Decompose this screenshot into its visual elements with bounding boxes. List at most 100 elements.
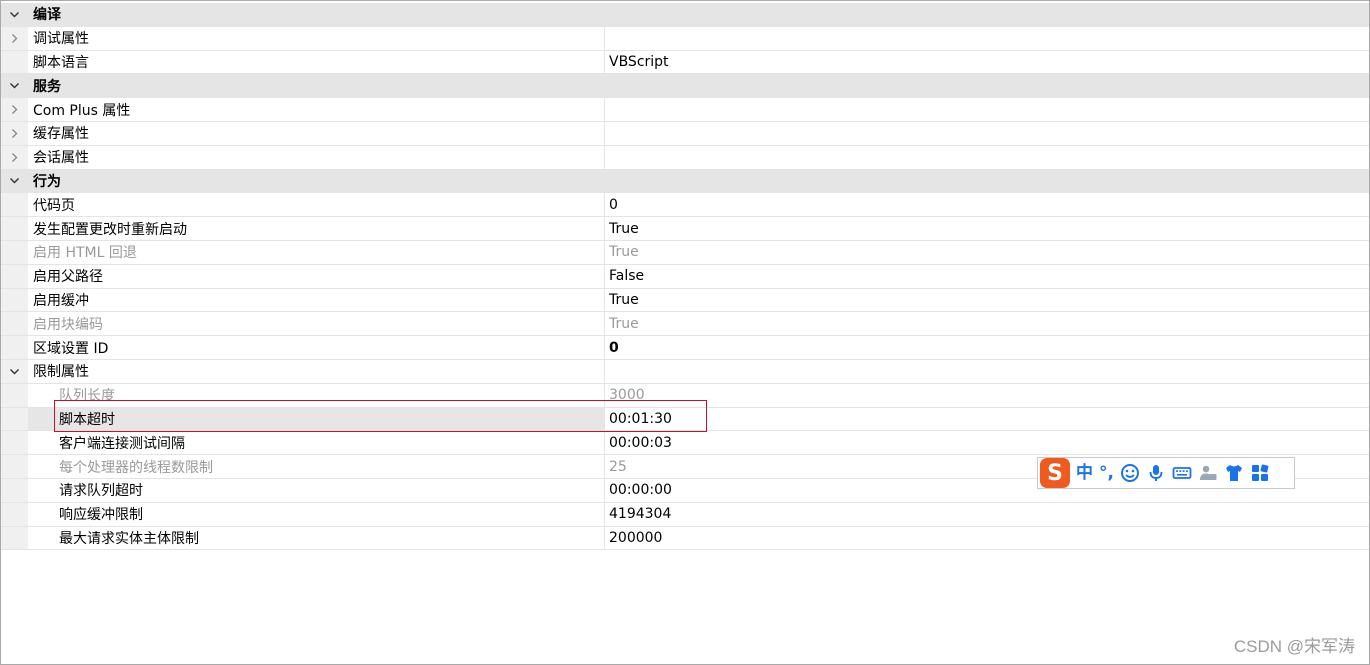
property-name: 代码页: [33, 197, 75, 214]
row-gutter: [1, 240, 28, 264]
row-gutter: [1, 455, 28, 478]
property-grid-window: 编译调试属性脚本语言 VBScript 服务 Com Plus 属性 缓存属性会话属性行…: [0, 0, 1370, 665]
category-label: 服务: [33, 78, 61, 95]
chevron-right-icon[interactable]: [1, 122, 28, 145]
property-name: 最大请求实体主体限制: [59, 530, 199, 547]
chevron-down-icon[interactable]: [1, 170, 28, 193]
row-gutter: [1, 526, 28, 550]
property-name: 会话属性: [33, 150, 89, 167]
row-gutter: [1, 312, 28, 336]
property-name: 启用缓冲: [33, 292, 89, 309]
property-value[interactable]: [604, 121, 1369, 145]
property-value[interactable]: 0: [604, 336, 1369, 359]
row-gutter: [1, 431, 28, 455]
chevron-down-icon[interactable]: [1, 360, 28, 383]
property-value[interactable]: True: [604, 288, 1369, 312]
property-value[interactable]: 3000: [604, 383, 1369, 407]
ime-punctuation-button[interactable]: °,: [1099, 464, 1114, 482]
property-value[interactable]: 4194304: [604, 502, 1369, 526]
row-gutter: [1, 50, 28, 74]
property-name: 客户端连接测试间隔: [59, 435, 185, 452]
property-value[interactable]: [604, 145, 1369, 169]
microphone-icon[interactable]: [1146, 463, 1166, 483]
property-value[interactable]: 0: [604, 193, 1369, 217]
property-value[interactable]: 200000: [604, 526, 1369, 550]
smiley-icon[interactable]: [1120, 463, 1140, 483]
property-row[interactable]: 脚本语言 VBScript: [1, 50, 1369, 75]
row-gutter: [1, 193, 28, 217]
property-value[interactable]: [604, 98, 1369, 121]
grid-icon[interactable]: [1250, 463, 1270, 483]
property-row[interactable]: 最大请求实体主体限制 200000: [1, 526, 1369, 551]
category-label: 行为: [33, 173, 61, 190]
property-value: [604, 74, 1369, 97]
property-name: 请求队列超时: [59, 483, 143, 500]
property-row[interactable]: 会话属性: [1, 145, 1369, 170]
property-value[interactable]: VBScript: [604, 50, 1369, 74]
row-gutter: [1, 288, 28, 312]
row-gutter: [1, 407, 28, 431]
property-name: 启用 HTML 回退: [33, 245, 137, 262]
property-row[interactable]: 发生配置更改时重新启动 True: [1, 217, 1369, 241]
property-value[interactable]: True: [604, 240, 1369, 264]
property-value[interactable]: 00:01:30: [604, 407, 1369, 431]
property-value: [604, 3, 1369, 26]
watermark-text: CSDN @宋军涛: [1233, 637, 1355, 656]
property-name: 脚本语言: [33, 54, 89, 71]
ime-toolbar[interactable]: S 中 °,: [1037, 457, 1295, 489]
property-row[interactable]: 响应缓冲限制 4194304: [1, 502, 1369, 527]
category-row[interactable]: 编译: [1, 3, 1369, 27]
category-label: 编译: [33, 7, 61, 24]
property-name: 启用父路径: [33, 269, 103, 286]
chevron-right-icon[interactable]: [1, 27, 28, 50]
user-icon[interactable]: [1198, 463, 1218, 483]
shirt-icon[interactable]: [1224, 463, 1244, 483]
property-value[interactable]: 00:00:03: [604, 431, 1369, 455]
property-name: 响应缓冲限制: [59, 507, 143, 524]
property-name: 区域设置 ID: [33, 340, 109, 357]
category-row[interactable]: 行为: [1, 169, 1369, 194]
property-row[interactable]: 限制属性: [1, 359, 1369, 384]
row-gutter: [1, 383, 28, 407]
property-name: 限制属性: [33, 364, 89, 381]
property-row[interactable]: 客户端连接测试间隔 00:00:03: [1, 431, 1369, 456]
sogou-logo-icon[interactable]: S: [1040, 458, 1070, 488]
property-row[interactable]: 启用父路径 False: [1, 264, 1369, 289]
property-name: 队列长度: [59, 388, 115, 405]
property-name: 缓存属性: [33, 126, 89, 143]
row-gutter: [1, 264, 28, 288]
keyboard-icon[interactable]: [1172, 463, 1192, 483]
property-name: 每个处理器的线程数限制: [59, 459, 213, 476]
property-value[interactable]: False: [604, 264, 1369, 288]
property-value[interactable]: [604, 26, 1369, 50]
chevron-right-icon[interactable]: [1, 98, 28, 121]
category-row[interactable]: 服务: [1, 74, 1369, 99]
property-row[interactable]: 区域设置 ID 0: [1, 336, 1369, 360]
chevron-down-icon[interactable]: [1, 3, 28, 26]
chevron-down-icon[interactable]: [1, 74, 28, 97]
property-value[interactable]: True: [604, 312, 1369, 336]
property-row[interactable]: 启用缓冲 True: [1, 288, 1369, 313]
chevron-right-icon[interactable]: [1, 146, 28, 169]
row-gutter: [1, 502, 28, 526]
ime-mode-button[interactable]: 中: [1076, 464, 1093, 482]
property-row[interactable]: 启用 HTML 回退 True: [1, 240, 1369, 265]
row-gutter: [1, 478, 28, 502]
property-value[interactable]: [604, 359, 1369, 383]
property-value: [604, 170, 1369, 193]
property-row[interactable]: 调试属性: [1, 26, 1369, 51]
property-name: 调试属性: [33, 31, 89, 48]
property-value[interactable]: True: [604, 217, 1369, 240]
row-gutter: [1, 217, 28, 240]
property-row[interactable]: 缓存属性: [1, 121, 1369, 146]
property-row[interactable]: Com Plus 属性: [1, 98, 1369, 122]
property-name: 发生配置更改时重新启动: [33, 221, 187, 238]
property-row[interactable]: 队列长度 3000: [1, 383, 1369, 408]
property-name: Com Plus 属性: [33, 102, 131, 119]
property-name: 脚本超时: [59, 411, 115, 428]
row-gutter: [1, 336, 28, 359]
property-row[interactable]: 脚本超时 00:01:30: [1, 407, 1369, 432]
property-row[interactable]: 启用块编码 True: [1, 312, 1369, 337]
property-name: 启用块编码: [33, 316, 103, 333]
property-row[interactable]: 代码页 0: [1, 193, 1369, 218]
